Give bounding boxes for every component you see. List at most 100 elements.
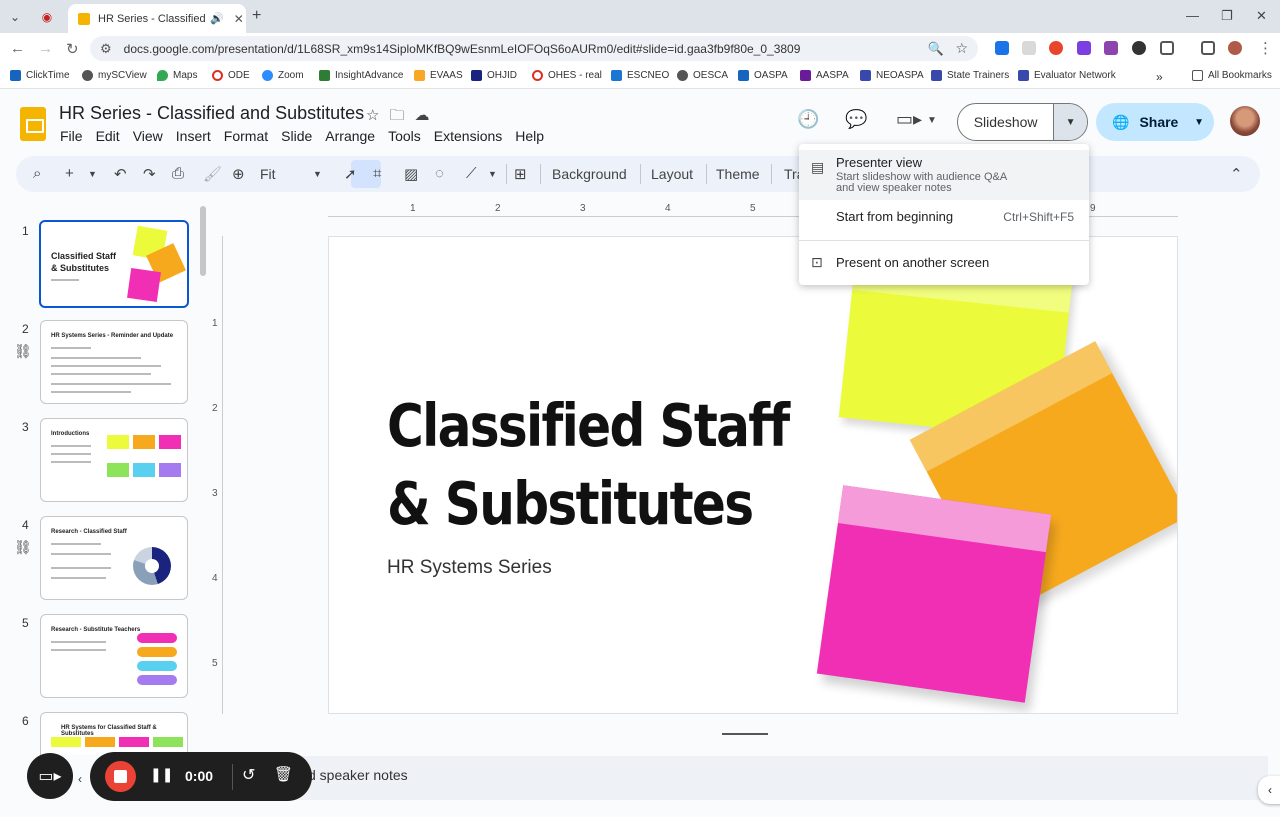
share-dropdown-icon[interactable]: ▼ [1194, 117, 1204, 128]
tab-search-icon[interactable]: ⌄ [4, 6, 26, 28]
restart-recording-icon[interactable]: ↺ [242, 765, 255, 785]
omnibox[interactable]: ⚙ docs.google.com/presentation/d/1L68SR_… [90, 36, 978, 61]
back-icon[interactable]: ← [10, 40, 25, 57]
speaker-icon[interactable]: 🔊 [210, 12, 224, 25]
bookmark-star-icon[interactable]: ☆ [955, 40, 968, 57]
slide-subtitle[interactable]: HR Systems Series [387, 557, 552, 579]
sticky-note-pink[interactable] [816, 485, 1052, 703]
speaker-notes[interactable]: d speaker notes [228, 756, 1268, 800]
bookmark-evaas[interactable]: EVAAS [414, 70, 463, 81]
minimize-icon[interactable]: — [1186, 8, 1199, 23]
bookmark-myscview[interactable]: mySCView [82, 70, 147, 81]
extension-icon[interactable] [1022, 41, 1036, 55]
background-button[interactable]: Background [552, 166, 627, 182]
bookmark-insightadvance[interactable]: InsightAdvance [319, 70, 403, 81]
bookmark-ode[interactable]: ODE [212, 70, 250, 81]
extensions-puzzle-icon[interactable] [1160, 41, 1174, 55]
menu-arrange[interactable]: Arrange [325, 128, 375, 144]
bookmark-evaluator-network[interactable]: Evaluator Network [1018, 70, 1116, 81]
restore-icon[interactable]: ❐ [1221, 8, 1233, 24]
avatar[interactable] [1230, 106, 1260, 136]
slides-logo-icon[interactable] [20, 107, 46, 141]
browser-tab-active[interactable]: HR Series - Classified and Substitutes 🔊… [68, 4, 246, 33]
theme-button[interactable]: Theme [716, 166, 760, 182]
select-cursor-icon[interactable]: ➚ [344, 165, 357, 183]
pause-icon[interactable]: ❚❚ [150, 766, 173, 783]
extension-icon[interactable] [1049, 41, 1063, 55]
stop-recording-button[interactable] [105, 761, 136, 792]
slide-thumbnail-2[interactable]: HR Systems Series - Reminder and Update [40, 320, 188, 404]
slide-1[interactable]: Classified Staff & Substitutes HR System… [328, 236, 1178, 714]
more-bookmarks-icon[interactable]: » [1156, 70, 1163, 84]
menu-extensions[interactable]: Extensions [434, 128, 502, 144]
bookmark-maps[interactable]: Maps [157, 70, 197, 81]
linked-object-icon[interactable]: ⛓ [14, 343, 32, 360]
bookmark-oaspa[interactable]: OASPA [738, 70, 788, 81]
notes-resize-handle[interactable] [722, 733, 768, 735]
zoom-select[interactable]: Fit [260, 166, 276, 182]
filmstrip-scrollbar[interactable] [200, 206, 206, 276]
slide-thumbnail-5[interactable]: Research - Substitute Teachers [40, 614, 188, 698]
bookmark-state-trainers[interactable]: State Trainers [931, 70, 1009, 81]
shape-icon[interactable]: ◌ [435, 165, 444, 182]
menu-presenter-view[interactable]: ▤ Presenter view Start slideshow with au… [799, 150, 1089, 200]
url-text[interactable]: docs.google.com/presentation/d/1L68SR_xm… [124, 42, 904, 56]
line-dropdown-icon[interactable]: ▼ [488, 169, 497, 179]
slide-thumbnail-4[interactable]: Research - Classified Staff [40, 516, 188, 600]
share-button[interactable]: 🌐 Share ▼ [1096, 103, 1214, 141]
slide-thumbnail-3[interactable]: Introductions [40, 418, 188, 502]
bookmark-ohes[interactable]: OHES - real [532, 70, 602, 81]
bookmark-oesca[interactable]: OESCA [677, 70, 728, 81]
redo-icon[interactable]: ↷ [143, 165, 156, 183]
undo-icon[interactable]: ↶ [114, 165, 127, 183]
meet-camera-icon[interactable]: ▭▸ [896, 109, 922, 130]
slideshow-dropdown-icon[interactable]: ▼ [1053, 104, 1087, 140]
paint-format-icon[interactable]: 🖌 [203, 165, 222, 183]
menu-file[interactable]: File [60, 128, 83, 144]
bookmark-zoom[interactable]: Zoom [262, 70, 304, 81]
browser-menu-icon[interactable]: ⋮ [1258, 39, 1273, 57]
meet-dropdown-icon[interactable]: ▼ [927, 115, 937, 126]
bookmark-escneo[interactable]: ESCNEO [611, 70, 669, 81]
menu-present-another-screen[interactable]: ⊡ Present on another screen [799, 248, 1089, 278]
insert-image-icon[interactable]: ▨ [404, 165, 418, 183]
search-menus-icon[interactable]: ⌕ [33, 165, 41, 182]
menu-format[interactable]: Format [224, 128, 268, 144]
slide-thumbnail-1[interactable]: Classified Staff & Substitutes [39, 220, 189, 308]
insert-comment-icon[interactable]: ⊞ [514, 165, 527, 183]
menu-edit[interactable]: Edit [96, 128, 120, 144]
side-panel-icon[interactable] [1201, 41, 1215, 55]
reload-icon[interactable]: ↻ [66, 40, 79, 58]
cloud-saved-icon[interactable]: ☁ [414, 107, 439, 124]
version-history-icon[interactable]: 🕘 [797, 109, 819, 130]
bookmark-clicktime[interactable]: ClickTime [10, 70, 70, 81]
menu-insert[interactable]: Insert [176, 128, 211, 144]
slideshow-label[interactable]: Slideshow [958, 114, 1053, 130]
bookmark-ohjid[interactable]: OHJID [471, 70, 517, 81]
recorder-collapse-icon[interactable]: ‹ [78, 772, 82, 786]
document-title[interactable]: HR Series - Classified and Substitutes [59, 103, 364, 124]
new-tab-icon[interactable]: + [252, 7, 261, 25]
extension-icon[interactable] [1132, 41, 1146, 55]
bookmark-aaspa[interactable]: AASPA [800, 70, 849, 81]
menu-help[interactable]: Help [515, 128, 544, 144]
layout-button[interactable]: Layout [651, 166, 693, 182]
slideshow-button[interactable]: Slideshow ▼ [957, 103, 1088, 141]
side-panel-expand-icon[interactable]: ‹ [1258, 776, 1280, 804]
bookmark-neoaspa[interactable]: NEOASPA [860, 70, 924, 81]
menu-start-from-beginning[interactable]: Start from beginning Ctrl+Shift+F5 [799, 200, 1089, 234]
print-icon[interactable]: ⎙ [172, 165, 184, 182]
all-bookmarks[interactable]: All Bookmarks [1192, 70, 1272, 81]
zoom-icon[interactable]: 🔍 [928, 41, 944, 57]
star-icon[interactable]: ☆ [366, 107, 389, 124]
slide-title[interactable]: Classified Staff & Substitutes [387, 387, 790, 543]
extension-icon[interactable] [995, 41, 1009, 55]
profile-icon[interactable] [1228, 41, 1242, 55]
text-box-icon[interactable]: ⌗ [373, 165, 381, 182]
move-folder-icon[interactable]: 🗀 [389, 107, 414, 124]
menu-view[interactable]: View [133, 128, 163, 144]
record-indicator-icon[interactable]: ◉ [36, 6, 58, 28]
linked-object-icon[interactable]: ⛓ [14, 539, 32, 556]
extension-icon[interactable] [1104, 41, 1118, 55]
new-slide-icon[interactable]: + [65, 165, 74, 182]
